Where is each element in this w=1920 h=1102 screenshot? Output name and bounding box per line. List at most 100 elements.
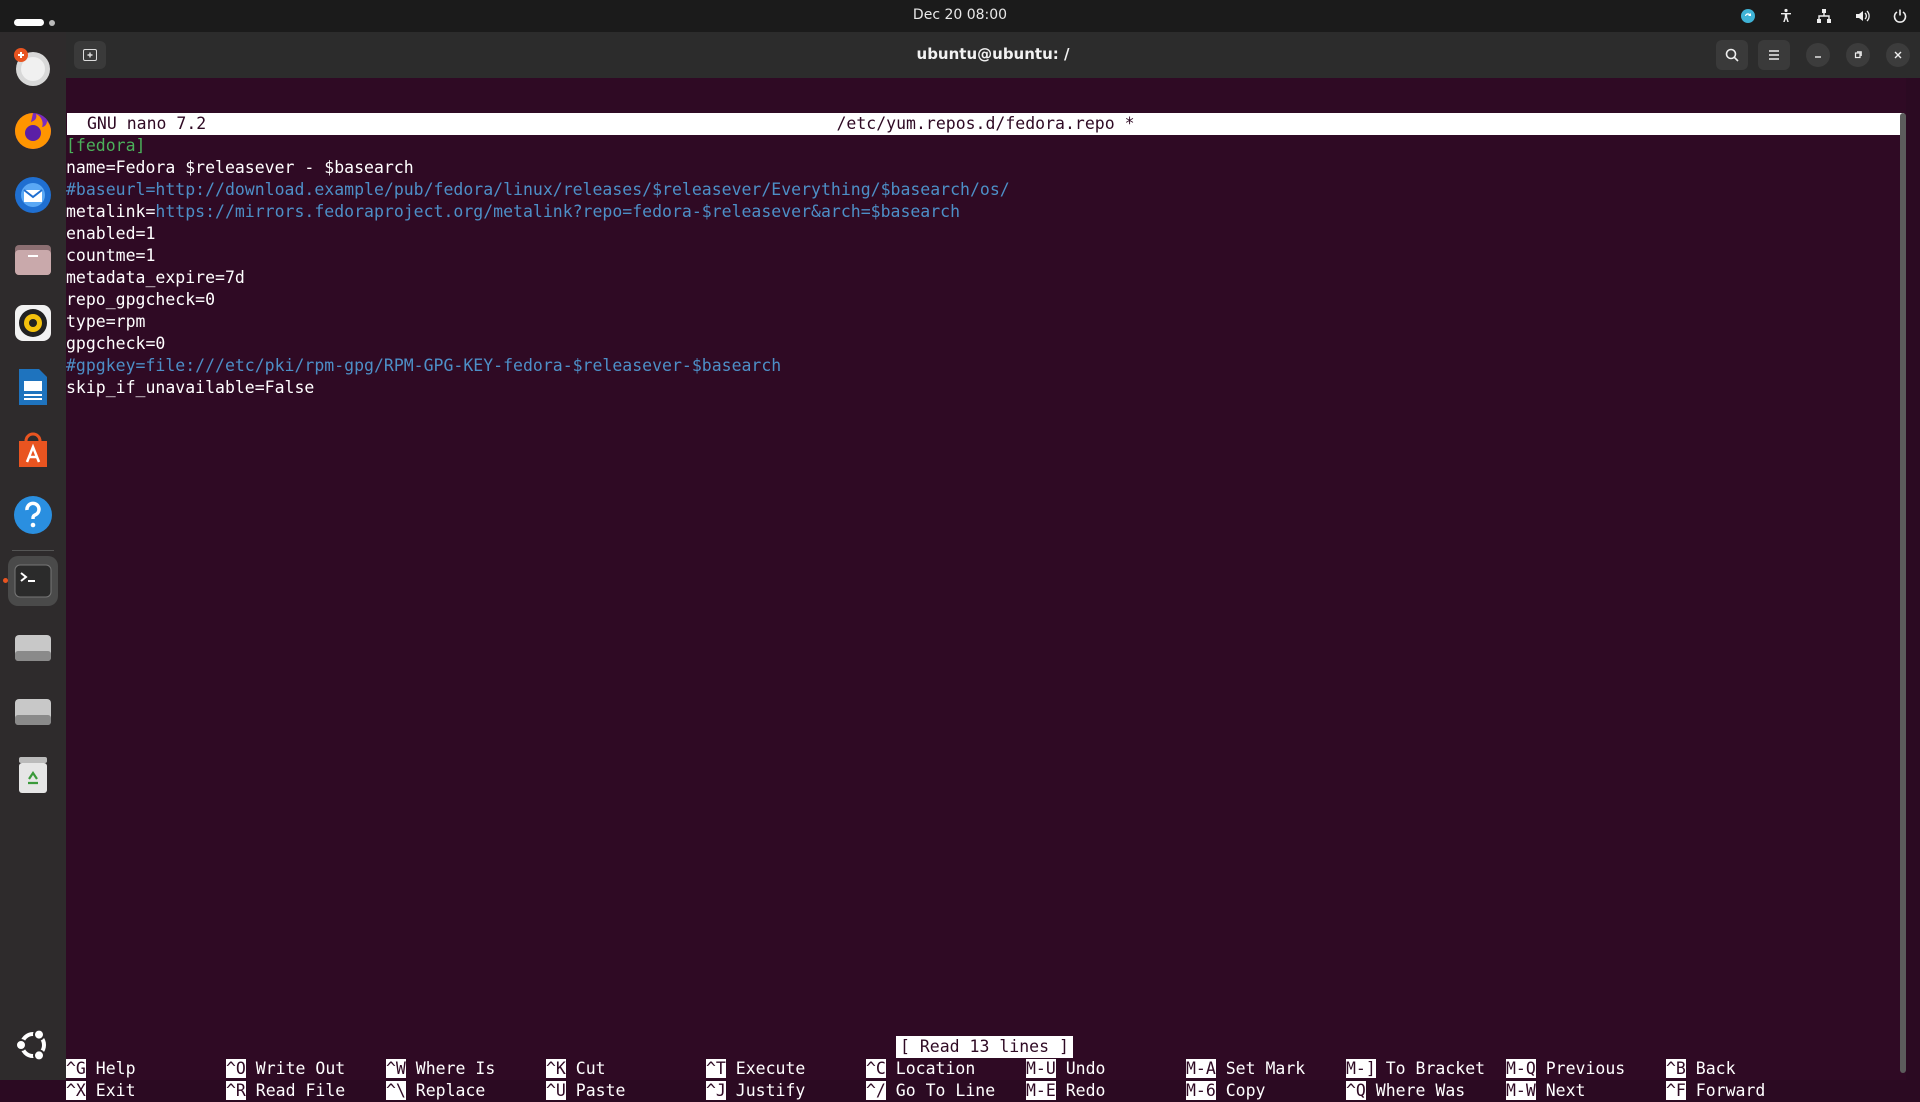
editor-line-7[interactable]: metadata_expire=7d — [66, 267, 245, 289]
editor-line-6[interactable]: countme=1 — [66, 245, 155, 267]
dock-drive-1[interactable] — [8, 622, 58, 672]
nano-status-message: [ Read 13 lines ] — [896, 1036, 1073, 1058]
editor-line-2[interactable]: name=Fedora $releasever - $basearch — [66, 157, 414, 179]
shortcut-key: M-U — [1026, 1059, 1056, 1078]
shortcut-top-3: ^K Cut — [546, 1058, 606, 1080]
shortcut-key: M-W — [1506, 1081, 1536, 1100]
shortcut-key: M-] — [1346, 1059, 1376, 1078]
system-tray[interactable] — [1738, 6, 1910, 26]
dock-show-apps[interactable] — [8, 1020, 58, 1070]
editor-line-4[interactable]: metalink=https://mirrors.fedoraproject.o… — [66, 201, 960, 223]
dock-rhythmbox[interactable] — [8, 298, 58, 348]
writer-icon — [19, 369, 47, 405]
dock-files[interactable] — [8, 234, 58, 284]
shortcut-key: M-6 — [1186, 1081, 1216, 1100]
shortcut-key: ^B — [1666, 1059, 1686, 1078]
editor-line-5[interactable]: enabled=1 — [66, 223, 155, 245]
shortcut-top-1: ^O Write Out — [226, 1058, 345, 1080]
search-button[interactable] — [1716, 40, 1748, 70]
dock-software-updater[interactable] — [8, 42, 58, 92]
shortcut-label: Execute — [725, 1059, 806, 1078]
shortcut-key: M-E — [1026, 1081, 1056, 1100]
dock — [0, 32, 66, 1080]
terminal-window: ubuntu@ubuntu: / GNU nano 7.2 /etc/yum.r… — [66, 32, 1920, 1100]
shortcut-label: To Bracket — [1375, 1059, 1486, 1078]
close-icon — [1894, 51, 1902, 59]
shortcut-label: Exit — [85, 1081, 136, 1100]
shortcut-key: ^O — [226, 1059, 246, 1078]
shortcut-top-2: ^W Where Is — [386, 1058, 495, 1080]
shortcut-key: ^T — [706, 1059, 726, 1078]
app-center-icon — [19, 432, 47, 467]
terminal-icon — [14, 564, 52, 598]
shortcut-bottom-2: ^\ Replace — [386, 1080, 485, 1102]
shortcut-key: ^X — [66, 1081, 86, 1100]
shortcut-bottom-3: ^U Paste — [546, 1080, 625, 1102]
minimize-button[interactable] — [1806, 43, 1830, 67]
shortcut-top-5: ^C Location — [866, 1058, 975, 1080]
shortcut-label: Where Was — [1365, 1081, 1466, 1100]
maximize-button[interactable] — [1846, 43, 1870, 67]
shortcut-label: Read File — [245, 1081, 346, 1100]
shortcut-key: ^R — [226, 1081, 246, 1100]
shortcut-key: ^F — [1666, 1081, 1686, 1100]
shortcut-key: ^G — [66, 1059, 86, 1078]
dock-drive-2[interactable] — [8, 686, 58, 736]
firefox-icon — [15, 113, 51, 149]
help-icon — [14, 496, 52, 534]
editor-line-10[interactable]: gpgcheck=0 — [66, 333, 165, 355]
shortcut-top-9: M-Q Previous — [1506, 1058, 1625, 1080]
dock-libreoffice-writer[interactable] — [8, 362, 58, 412]
menu-button[interactable] — [1758, 40, 1790, 70]
shortcut-bottom-4: ^J Justify — [706, 1080, 805, 1102]
editor-line-3[interactable]: #baseurl=http://download.example/pub/fed… — [66, 179, 1010, 201]
shortcut-bottom-8: ^Q Where Was — [1346, 1080, 1465, 1102]
drive-icon — [15, 635, 51, 661]
shortcut-key: ^U — [546, 1081, 566, 1100]
software-updater-icon — [14, 48, 50, 86]
shortcut-key: ^J — [706, 1081, 726, 1100]
shortcut-bottom-1: ^R Read File — [226, 1080, 345, 1102]
volume-icon[interactable] — [1852, 6, 1872, 26]
shortcut-label: Write Out — [245, 1059, 346, 1078]
shortcut-label: Cut — [565, 1059, 606, 1078]
dock-trash[interactable] — [8, 750, 58, 800]
editor-line-9[interactable]: type=rpm — [66, 311, 145, 333]
accessibility-icon[interactable] — [1776, 6, 1796, 26]
terminal-scrollbar[interactable] — [1900, 113, 1906, 1073]
editor-line-12[interactable]: skip_if_unavailable=False — [66, 377, 314, 399]
terminal-content[interactable]: GNU nano 7.2 /etc/yum.repos.d/fedora.rep… — [66, 78, 1906, 1100]
shortcut-top-7: M-A Set Mark — [1186, 1058, 1305, 1080]
editor-line-11[interactable]: #gpgkey=file:///etc/pki/rpm-gpg/RPM-GPG-… — [66, 355, 781, 377]
update-icon[interactable] — [1738, 6, 1758, 26]
shortcut-label: Location — [885, 1059, 976, 1078]
editor-line-1[interactable]: [fedora] — [66, 135, 145, 157]
editor-line-8[interactable]: repo_gpgcheck=0 — [66, 289, 215, 311]
shortcut-key: ^W — [386, 1059, 406, 1078]
trash-icon — [19, 757, 47, 793]
drive-icon — [15, 699, 51, 725]
dock-thunderbird[interactable] — [8, 170, 58, 220]
power-icon[interactable] — [1890, 6, 1910, 26]
dock-separator — [12, 550, 54, 551]
dock-terminal[interactable] — [8, 556, 58, 606]
shortcut-key: ^K — [546, 1059, 566, 1078]
dock-help[interactable] — [8, 490, 58, 540]
search-icon — [1725, 48, 1739, 62]
dock-app-center[interactable] — [8, 426, 58, 476]
shortcut-label: Set Mark — [1215, 1059, 1306, 1078]
shortcut-label: Help — [85, 1059, 136, 1078]
clock[interactable]: Dec 20 08:00 — [0, 7, 1920, 23]
window-title: ubuntu@ubuntu: / — [916, 45, 1070, 63]
close-button[interactable] — [1886, 43, 1910, 67]
header-bar[interactable]: ubuntu@ubuntu: / — [66, 32, 1920, 78]
shortcut-label: Previous — [1535, 1059, 1626, 1078]
shortcut-top-8: M-] To Bracket — [1346, 1058, 1485, 1080]
shortcut-bottom-5: ^/ Go To Line — [866, 1080, 995, 1102]
files-icon — [15, 245, 51, 275]
shortcut-bottom-9: M-W Next — [1506, 1080, 1585, 1102]
network-icon[interactable] — [1814, 6, 1834, 26]
dock-firefox[interactable] — [8, 106, 58, 156]
shortcut-label: Copy — [1215, 1081, 1266, 1100]
ubuntu-logo-icon — [15, 1028, 46, 1062]
